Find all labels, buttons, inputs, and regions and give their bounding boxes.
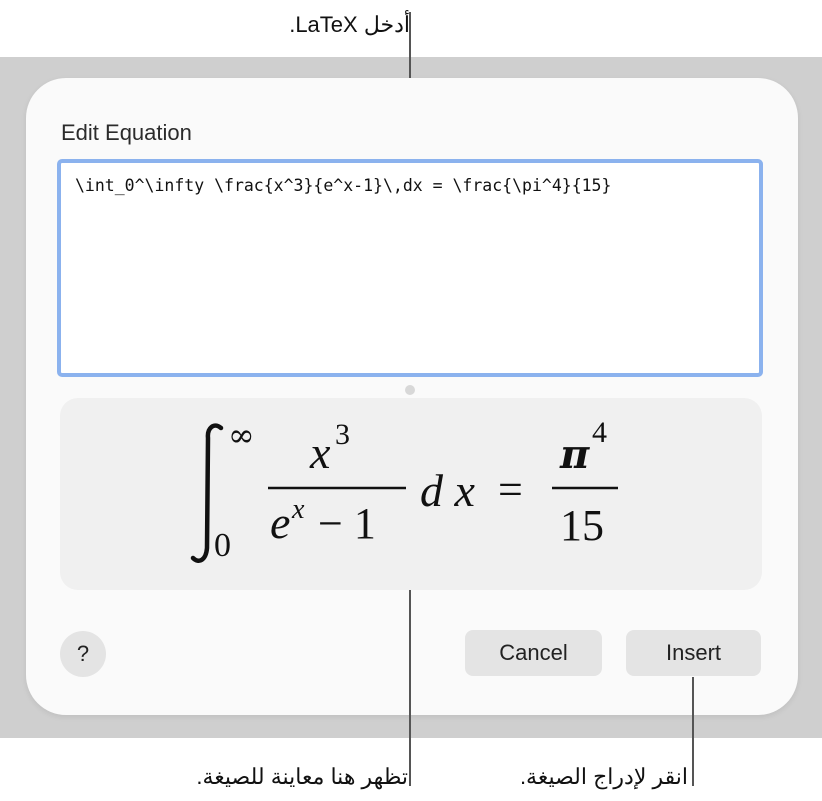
integral-lower-limit: 0 [214, 527, 231, 564]
edit-equation-dialog: Edit Equation \int_0^\infty \frac{x^3}{e… [26, 78, 798, 715]
equation-preview: ∞ 0 x 3 e x − 1 d x = π 4 15 [60, 398, 762, 590]
equation-preview-svg: ∞ 0 x 3 e x − 1 d x = π 4 15 [190, 416, 618, 564]
rhs-numerator-base: π [559, 431, 590, 478]
callout-insert-line [692, 677, 694, 786]
equals-sign: = [498, 465, 523, 514]
cancel-button[interactable]: Cancel [465, 630, 602, 676]
dialog-title: Edit Equation [61, 120, 192, 145]
rhs-numerator-exponent: 4 [592, 416, 607, 449]
integral-upper-limit: ∞ [228, 416, 255, 454]
resize-handle[interactable] [405, 385, 415, 395]
callout-preview-text: تظهر هنا معاينة للصيغة. [196, 764, 408, 789]
numerator-base: x [309, 427, 331, 478]
rhs-denominator: 15 [560, 501, 604, 550]
numerator-exponent: 3 [335, 418, 350, 451]
callout-latex-text: أدخل LaTeX. [289, 12, 410, 37]
latex-input[interactable]: \int_0^\infty \frac{x^3}{e^x-1}\,dx = \f… [57, 159, 763, 377]
callout-insert-text: انقر لإدراج الصيغة. [519, 764, 688, 789]
help-button[interactable]: ? [60, 631, 106, 677]
callout-preview-line [409, 590, 411, 786]
denominator-rest: − 1 [318, 499, 376, 548]
denominator-exponent: x [291, 494, 305, 525]
insert-button[interactable]: Insert [626, 630, 761, 676]
denominator-base: e [270, 497, 290, 548]
differential: d x [420, 465, 476, 516]
